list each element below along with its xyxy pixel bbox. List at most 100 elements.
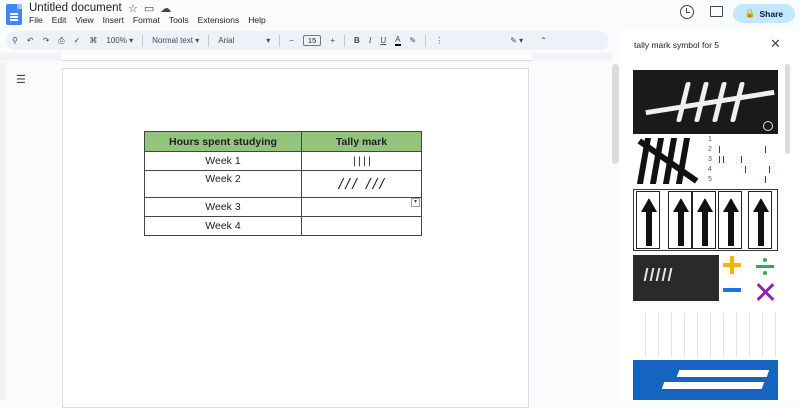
spellcheck-icon[interactable]: ✓ — [74, 36, 81, 45]
image-result[interactable] — [633, 255, 719, 301]
table-cell[interactable]: /// /// — [301, 170, 422, 198]
document-title[interactable]: Untitled document — [29, 2, 122, 14]
move-folder-icon[interactable]: ▭ — [144, 2, 154, 15]
tally-table[interactable]: Hours spent studying Tally mark Week 1 |… — [144, 131, 422, 236]
menu-bar: File Edit View Insert Format Tools Exten… — [29, 15, 275, 25]
image-result[interactable] — [720, 255, 778, 301]
table-cell[interactable] — [301, 216, 422, 236]
tally-stroke — [676, 82, 691, 122]
lock-icon: 🔒 — [744, 8, 756, 18]
font-size-input[interactable]: 15 — [302, 35, 322, 46]
table-cell[interactable]: |||| — [301, 151, 422, 171]
close-icon[interactable]: ✕ — [770, 36, 781, 52]
text-color-button[interactable]: A — [395, 35, 401, 46]
font-select[interactable]: Arial ▾ — [218, 36, 270, 45]
tally-stroke — [745, 166, 746, 173]
document-scrollbar[interactable] — [612, 64, 619, 164]
version-history-icon[interactable] — [680, 5, 694, 19]
plus-icon — [730, 256, 734, 274]
chart-number: 1 — [708, 136, 712, 143]
menu-format[interactable]: Format — [133, 15, 160, 25]
zoom-in-icon[interactable] — [763, 121, 773, 131]
formatting-toolbar: ⚲ ↶ ↷ ⎙ ✓ ⌘ 100% ▾ Normal text ▾ Arial ▾ … — [6, 31, 609, 50]
decrease-font-size-button[interactable]: − — [289, 36, 294, 45]
share-button[interactable]: 🔒 Share — [733, 4, 795, 23]
zoom-select[interactable]: 100% ▾ — [106, 36, 133, 45]
chart-number: 4 — [708, 166, 712, 173]
divider — [279, 34, 281, 47]
image-result[interactable]: 1 2 3 4 5 — [705, 136, 778, 187]
cell-menu-icon[interactable]: ▾ — [411, 198, 420, 207]
image-result[interactable] — [633, 70, 778, 134]
comments-icon[interactable] — [710, 6, 723, 17]
symbol-grid — [633, 313, 778, 357]
menu-extensions[interactable]: Extensions — [198, 15, 240, 25]
tally-mark: /// /// — [337, 176, 387, 192]
menu-tools[interactable]: Tools — [169, 15, 189, 25]
image-result[interactable] — [633, 313, 778, 357]
underline-button[interactable]: U — [380, 36, 386, 45]
document-outline-icon[interactable]: ☰ — [16, 73, 26, 86]
more-options-icon[interactable]: ⋮ — [435, 36, 443, 45]
document-page[interactable] — [62, 68, 529, 408]
highlight-color-icon[interactable]: ✎ — [410, 36, 417, 45]
table-header-cell[interactable]: Tally mark — [301, 131, 422, 152]
arrow-stem — [728, 212, 734, 246]
tally-stroke — [661, 268, 667, 281]
tally-stroke — [649, 268, 655, 281]
tally-stroke — [765, 176, 766, 183]
print-icon[interactable]: ⎙ — [58, 36, 64, 46]
chart-number: 3 — [708, 156, 712, 163]
divide-icon — [763, 258, 767, 262]
table-cell[interactable]: Week 2 — [144, 170, 302, 198]
tally-stroke — [676, 370, 770, 377]
divide-icon — [763, 271, 767, 275]
table-row: Week 2 /// /// — [144, 170, 422, 198]
table-cell[interactable] — [301, 197, 422, 217]
editing-mode-icon[interactable]: ✎ ▾ — [510, 36, 523, 45]
arrow-up-icon — [753, 198, 769, 212]
menu-view[interactable]: View — [75, 15, 93, 25]
tally-stroke — [769, 166, 770, 173]
arrow-stem — [678, 212, 684, 246]
image-result[interactable] — [633, 189, 778, 251]
menu-help[interactable]: Help — [248, 15, 265, 25]
table-cell[interactable]: Week 3 — [144, 197, 302, 217]
tally-mark: |||| — [351, 156, 372, 167]
undo-icon[interactable]: ↶ — [27, 36, 34, 45]
tally-stroke — [730, 82, 745, 122]
search-query[interactable]: tally mark symbol for 5 — [634, 40, 719, 50]
redo-icon[interactable]: ↷ — [43, 36, 50, 45]
image-result[interactable] — [633, 360, 778, 400]
side-panel-scrollbar[interactable] — [785, 64, 790, 154]
tally-stroke — [719, 146, 720, 153]
vertical-ruler[interactable] — [0, 62, 6, 400]
menu-insert[interactable]: Insert — [103, 15, 124, 25]
tally-stroke — [667, 268, 673, 281]
collapse-toolbar-icon[interactable]: ⌃ — [540, 36, 547, 45]
menu-file[interactable]: File — [29, 15, 43, 25]
italic-button[interactable]: I — [369, 36, 372, 45]
arrow-stem — [758, 212, 764, 246]
table-cell[interactable]: Week 4 — [144, 216, 302, 236]
ruler-margin-right — [532, 53, 612, 61]
docs-logo-icon[interactable] — [6, 4, 22, 25]
arrow-up-icon — [723, 198, 739, 212]
paint-format-icon[interactable]: ⌘ — [89, 36, 97, 45]
arrow-stem — [646, 212, 652, 246]
menu-edit[interactable]: Edit — [52, 15, 67, 25]
tally-stroke — [655, 268, 661, 281]
star-icon[interactable]: ☆ — [128, 2, 138, 15]
cloud-status-icon[interactable]: ☁ — [160, 2, 171, 15]
bold-button[interactable]: B — [354, 36, 360, 45]
table-header-cell[interactable]: Hours spent studying — [144, 131, 302, 152]
search-menus-icon[interactable]: ⚲ — [12, 36, 18, 45]
divider — [208, 34, 210, 47]
horizontal-ruler[interactable] — [62, 53, 532, 61]
table-cell[interactable]: Week 1 — [144, 151, 302, 171]
arrow-stem — [702, 212, 708, 246]
increase-font-size-button[interactable]: + — [330, 36, 335, 45]
table-header-row: Hours spent studying Tally mark — [144, 131, 422, 152]
image-result[interactable] — [633, 136, 703, 187]
style-select[interactable]: Normal text ▾ — [152, 36, 199, 45]
